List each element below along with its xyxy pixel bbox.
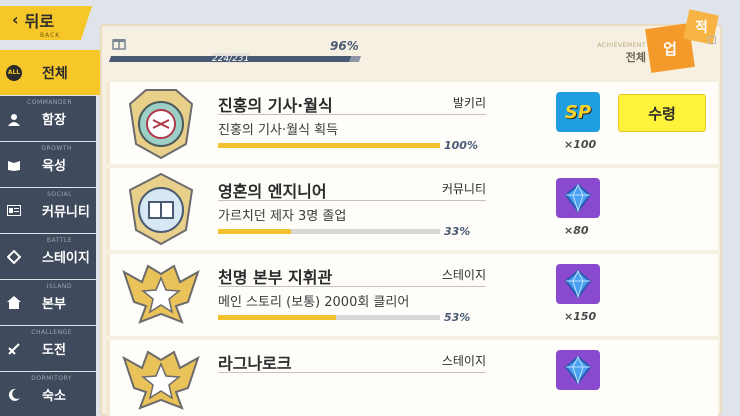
sidebar-item-label: 커뮤니티 bbox=[42, 205, 90, 220]
achievement-title: 천명 본부 지휘관 bbox=[218, 268, 333, 287]
achievement-panel: 96% 224/231 ACHIEVEMENT 전체 업 적 진홍의 기사·월식… bbox=[100, 9, 722, 416]
total-count: 224/231 bbox=[212, 54, 250, 64]
sidebar-item-en: DORMITORY bbox=[31, 375, 72, 382]
divider bbox=[218, 114, 486, 115]
achievement-card: 영혼의 엔지니어 커뮤니티 가르치던 제자 3명 졸업 33% ×80 bbox=[106, 168, 718, 250]
category-sidebar: ALL 전체 COMMANDER 함장 GROWTH 육성 SOCIAL 커뮤니… bbox=[0, 50, 110, 416]
sidebar-item-en: ISLAND bbox=[46, 283, 72, 290]
sidebar-item-en: GROWTH bbox=[41, 145, 72, 152]
sidebar-item-social[interactable]: SOCIAL 커뮤니티 bbox=[0, 188, 96, 233]
book-icon bbox=[6, 157, 22, 173]
divider bbox=[218, 286, 486, 287]
achievement-label: ACHIEVEMENT 전체 bbox=[597, 42, 646, 65]
moon-icon bbox=[6, 387, 22, 403]
sidebar-item-label: 육성 bbox=[42, 159, 66, 174]
sidebar-item-en: BATTLE bbox=[46, 237, 72, 244]
sidebar-item-label: 함장 bbox=[42, 113, 66, 128]
diamond-icon bbox=[6, 249, 22, 265]
achievement-card: 천명 본부 지휘관 스테이지 메인 스토리 (보통) 2000회 클리어 53%… bbox=[106, 254, 718, 336]
reward-quantity: ×80 bbox=[564, 224, 589, 237]
sidebar-item-label: 본부 bbox=[42, 297, 66, 312]
sidebar-item-label: 숙소 bbox=[42, 389, 66, 404]
achievement-desc: 가르치던 제자 3명 졸업 bbox=[218, 209, 347, 224]
crystal-icon[interactable] bbox=[556, 264, 600, 304]
gift-icon[interactable] bbox=[112, 36, 126, 54]
sidebar-item-dormitory[interactable]: DORMITORY 숙소 bbox=[0, 372, 96, 416]
achievement-percent: 53% bbox=[444, 311, 471, 324]
achievement-badge-icon bbox=[128, 172, 194, 246]
progress-fill bbox=[218, 229, 292, 234]
achievement-desc: 진홍의 기사·월식 획득 bbox=[218, 123, 339, 138]
divider bbox=[218, 200, 486, 201]
sidebar-item-en: SOCIAL bbox=[47, 191, 72, 198]
achievement-title: 라그나로크 bbox=[218, 354, 292, 373]
total-percent: 96% bbox=[330, 39, 359, 53]
achievement-desc: 메인 스토리 (보통) 2000회 클리어 bbox=[218, 295, 410, 310]
achievement-badge-icon bbox=[122, 264, 200, 324]
back-sub-label: BACK bbox=[40, 31, 61, 39]
sidebar-item-en: CHALLENGE bbox=[31, 329, 72, 336]
progress-fill bbox=[218, 143, 440, 148]
sidebar-item-label: 도전 bbox=[42, 343, 66, 358]
sidebar-item-label: 전체 bbox=[42, 65, 68, 82]
reward-quantity: ×150 bbox=[564, 310, 597, 323]
reward-quantity: ×100 bbox=[564, 138, 597, 151]
achievement-category: 스테이지 bbox=[441, 268, 486, 282]
achievement-category: 커뮤니티 bbox=[441, 182, 486, 196]
achievement-percent: 33% bbox=[444, 225, 471, 238]
sidebar-item-commander[interactable]: COMMANDER 함장 bbox=[0, 96, 96, 141]
all-icon: ALL bbox=[6, 64, 22, 81]
chevron-left-icon: ‹ bbox=[12, 10, 19, 29]
achievement-title: 진홍의 기사·월식 bbox=[218, 96, 333, 115]
achievement-list[interactable]: 진홍의 기사·월식 발키리 진홍의 기사·월식 획득 100% SP ×100 … bbox=[106, 82, 718, 416]
claim-button[interactable]: 수령 bbox=[618, 94, 706, 132]
back-label: 뒤로 bbox=[24, 11, 55, 31]
crystal-icon[interactable] bbox=[556, 178, 600, 218]
crystal-icon[interactable] bbox=[556, 350, 600, 390]
achievement-label-en: ACHIEVEMENT bbox=[597, 42, 646, 49]
sidebar-item-en: COMMANDER bbox=[27, 99, 72, 106]
achievement-card: 라그나로크 스테이지 bbox=[106, 340, 718, 416]
sidebar-item-all[interactable]: ALL 전체 bbox=[0, 50, 110, 95]
back-button[interactable]: ‹ 뒤로 BACK bbox=[0, 6, 92, 40]
achievement-progress-bar bbox=[218, 315, 440, 320]
achievement-badge-icon bbox=[128, 89, 194, 160]
sword-icon bbox=[6, 341, 22, 357]
achievement-progress-bar bbox=[218, 229, 440, 234]
sidebar-item-island[interactable]: ISLAND 본부 bbox=[0, 280, 96, 325]
divider bbox=[218, 372, 486, 373]
achievement-title: 영혼의 엔지니어 bbox=[218, 182, 327, 201]
sidebar-item-battle[interactable]: BATTLE 스테이지 bbox=[0, 234, 96, 279]
achievement-percent: 100% bbox=[444, 139, 478, 152]
sp-reward-icon[interactable]: SP bbox=[556, 92, 600, 132]
progress-fill bbox=[218, 315, 336, 320]
achievement-category: 스테이지 bbox=[441, 354, 486, 368]
achievement-progress-bar bbox=[218, 143, 440, 148]
achievement-badge-icon bbox=[122, 350, 200, 410]
sidebar-item-label: 스테이지 bbox=[42, 251, 90, 266]
commander-icon bbox=[6, 111, 22, 127]
sidebar-item-growth[interactable]: GROWTH 육성 bbox=[0, 142, 96, 187]
achievement-label-ko: 전체 bbox=[625, 51, 646, 64]
window-icon bbox=[708, 36, 716, 44]
house-icon bbox=[6, 295, 22, 311]
achievement-category: 발키리 bbox=[452, 96, 486, 110]
id-card-icon bbox=[6, 203, 22, 219]
sidebar-item-challenge[interactable]: CHALLENGE 도전 bbox=[0, 326, 96, 371]
achievement-card: 진홍의 기사·월식 발키리 진홍의 기사·월식 획득 100% SP ×100 … bbox=[106, 82, 718, 164]
